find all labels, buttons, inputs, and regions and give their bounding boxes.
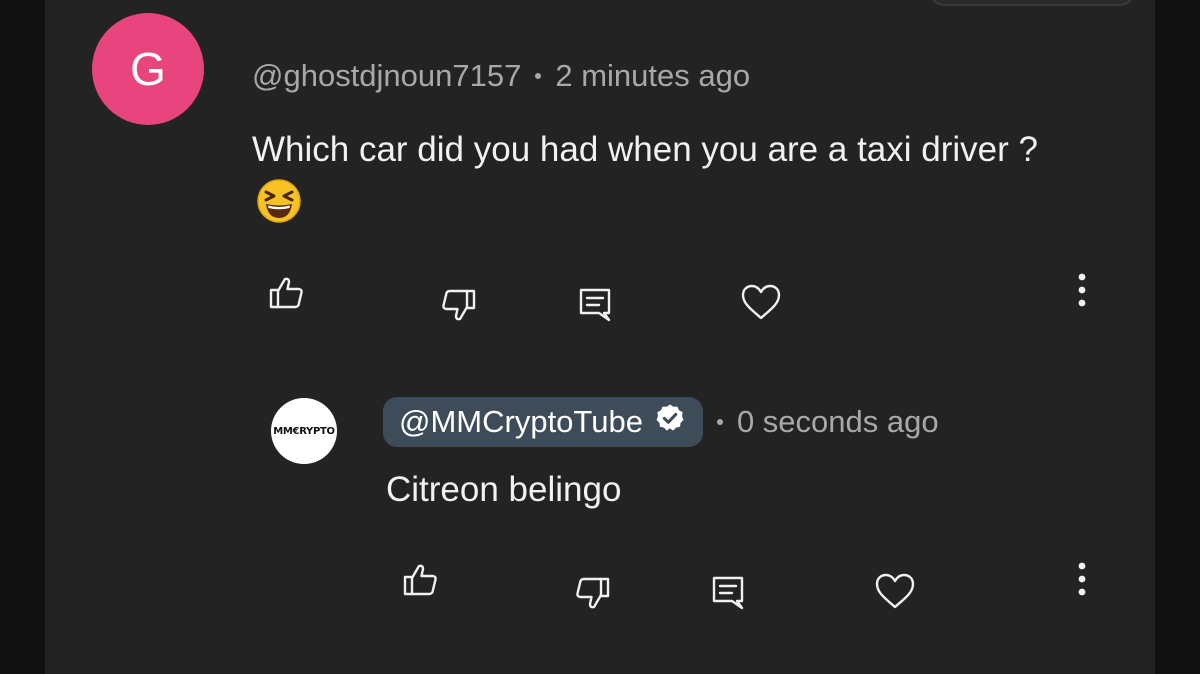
more-vertical-icon[interactable] xyxy=(1075,562,1089,603)
reply-icon[interactable] xyxy=(577,286,613,327)
comment-text: Which car did you had when you are a tax… xyxy=(252,130,1038,169)
like-icon[interactable] xyxy=(268,275,304,316)
top-pill-button[interactable] xyxy=(930,0,1134,6)
dislike-icon[interactable] xyxy=(575,575,611,616)
reply-avatar-logo: MM€RYPTO xyxy=(273,425,335,437)
verified-check-icon xyxy=(655,403,685,441)
comment-meta: @ghostdjnoun7157 2 minutes ago xyxy=(252,58,750,94)
separator-dot xyxy=(716,419,723,425)
separator-dot xyxy=(535,73,542,79)
heart-icon[interactable] xyxy=(740,283,782,326)
more-vertical-icon[interactable] xyxy=(1075,273,1089,314)
comment-timestamp: 2 minutes ago xyxy=(555,58,751,93)
comment-body: Which car did you had when you are a tax… xyxy=(252,122,1052,241)
comments-panel: G @ghostdjnoun7157 2 minutes ago Which c… xyxy=(45,0,1155,674)
reply-text: Citreon belingo xyxy=(386,470,622,509)
grinning-squinting-face-icon xyxy=(256,178,302,241)
reply-author: @MMCryptoTube xyxy=(399,404,643,439)
reply-meta: @MMCryptoTube 0 seconds ago xyxy=(383,397,939,447)
like-icon[interactable] xyxy=(402,562,438,603)
commenter-avatar[interactable]: G xyxy=(92,13,204,125)
comment-author[interactable]: @ghostdjnoun7157 xyxy=(252,58,521,94)
reply-icon[interactable] xyxy=(710,574,746,615)
comments-screen: G @ghostdjnoun7157 2 minutes ago Which c… xyxy=(0,0,1200,674)
reply-timestamp: 0 seconds ago xyxy=(736,404,939,439)
reply-avatar[interactable]: MM€RYPTO xyxy=(271,398,337,464)
avatar-letter: G xyxy=(130,43,166,95)
reply-author-pill[interactable]: @MMCryptoTube xyxy=(383,397,703,447)
heart-icon[interactable] xyxy=(874,572,916,615)
dislike-icon[interactable] xyxy=(441,287,477,328)
